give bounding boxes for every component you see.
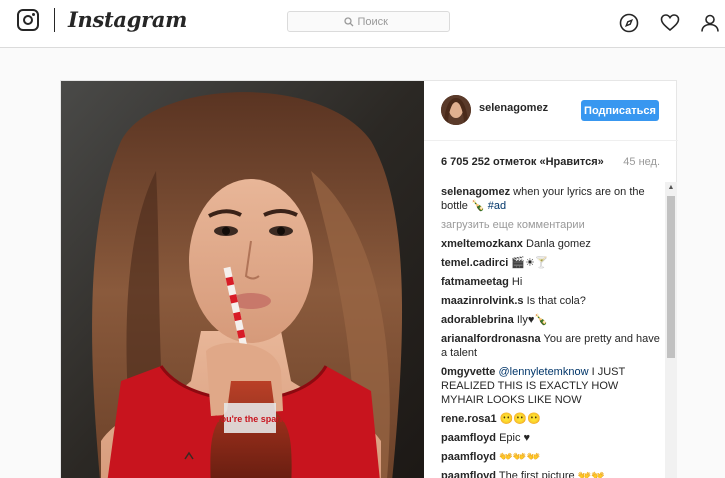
comment-item: rene.rosa1 😶😶😶 <box>441 412 663 426</box>
post-sidebar: selenagomez Подписаться 6 705 252 отмето… <box>424 81 678 478</box>
scroll-up-arrow-icon[interactable]: ▲ <box>665 182 677 194</box>
mention-link[interactable]: @lennyletemknow <box>498 366 588 378</box>
comment-text: Epic ♥ <box>499 432 531 444</box>
comment-username[interactable]: adorablebrina <box>441 314 514 326</box>
top-nav-bar: Instagram <box>0 0 725 48</box>
comment-text: Danla gomez <box>526 238 591 250</box>
post-author-header: selenagomez Подписаться <box>424 81 678 141</box>
follow-button[interactable]: Подписаться <box>581 100 659 121</box>
comment-list: selenagomez when your lyrics are on the … <box>441 185 663 478</box>
comment-username[interactable]: xmeltemozkanx <box>441 238 523 250</box>
comment-item: adorablebrina Ily♥🍾 <box>441 313 663 327</box>
compass-icon[interactable] <box>619 13 639 33</box>
profile-icon[interactable] <box>700 13 720 33</box>
comment-text: Ily♥🍾 <box>516 314 549 326</box>
avatar[interactable] <box>441 95 471 125</box>
comment-username[interactable]: paamfloyd <box>441 451 496 463</box>
post-card: You're the spark selenagomez Подписаться… <box>60 80 678 478</box>
avatar-image <box>441 95 471 125</box>
comments-scrollbar[interactable]: ▲ ▼ <box>665 182 677 478</box>
search-box[interactable] <box>287 11 450 32</box>
comment-text: 🎬☀🍸 <box>511 257 549 269</box>
author-username[interactable]: selenagomez <box>479 102 548 114</box>
comment-text: Is that cola? <box>526 295 586 307</box>
comment-text: 👐👐👐 <box>499 451 541 463</box>
logo-divider <box>54 8 55 32</box>
post-caption: selenagomez when your lyrics are on the … <box>441 185 663 213</box>
comment-item: paamfloyd 👐👐👐 <box>441 450 663 464</box>
comment-item: 0mgyvette @lennyletemknow I JUST REALIZE… <box>441 365 663 407</box>
comment-username[interactable]: selenagomez <box>441 186 510 198</box>
comment-item: arianalfordronasna You are pretty and ha… <box>441 332 663 360</box>
search-input[interactable] <box>357 15 394 28</box>
comment-item: maazinrolvink.s Is that cola? <box>441 294 663 308</box>
scrollbar-thumb[interactable] <box>667 196 675 358</box>
comment-item: paamfloyd Epic ♥ <box>441 431 663 445</box>
instagram-logo-icon[interactable] <box>17 9 39 31</box>
comment-username[interactable]: temel.cadirci <box>441 257 508 269</box>
comment-item: xmeltemozkanx Danla gomez <box>441 237 663 251</box>
caption-emoji: 🍾 <box>470 200 485 212</box>
comment-username[interactable]: arianalfordronasna <box>441 333 541 345</box>
comment-username[interactable]: maazinrolvink.s <box>441 295 524 307</box>
comment-text: 😶😶😶 <box>499 413 541 425</box>
comment-text: Hi <box>511 276 523 288</box>
bottle-label-text: You're the spark <box>215 414 285 424</box>
post-image-illustration: You're the spark <box>61 81 424 478</box>
load-more-comments-link[interactable]: загрузить еще комментарии <box>441 218 663 232</box>
post-photo[interactable]: You're the spark <box>61 81 424 478</box>
comment-text: The first picture 👐👐 <box>498 470 606 478</box>
comment-username[interactable]: 0mgyvette <box>441 366 495 378</box>
comment-username[interactable]: paamfloyd <box>441 470 496 478</box>
like-count[interactable]: 6 705 252 отметок «Нравится» <box>441 156 604 168</box>
comment-item: paamfloyd The first picture 👐👐 <box>441 469 663 478</box>
heart-icon[interactable] <box>660 13 680 33</box>
comment-item: temel.cadirci 🎬☀🍸 <box>441 256 663 270</box>
search-icon <box>343 16 353 26</box>
instagram-wordmark[interactable]: Instagram <box>68 7 187 32</box>
post-age[interactable]: 45 нед. <box>623 156 660 168</box>
comment-username[interactable]: fatmameetag <box>441 276 509 288</box>
comment-item: fatmameetag Hi <box>441 275 663 289</box>
hashtag-link[interactable]: #ad <box>488 200 506 212</box>
comment-username[interactable]: paamfloyd <box>441 432 496 444</box>
comment-username[interactable]: rene.rosa1 <box>441 413 497 425</box>
